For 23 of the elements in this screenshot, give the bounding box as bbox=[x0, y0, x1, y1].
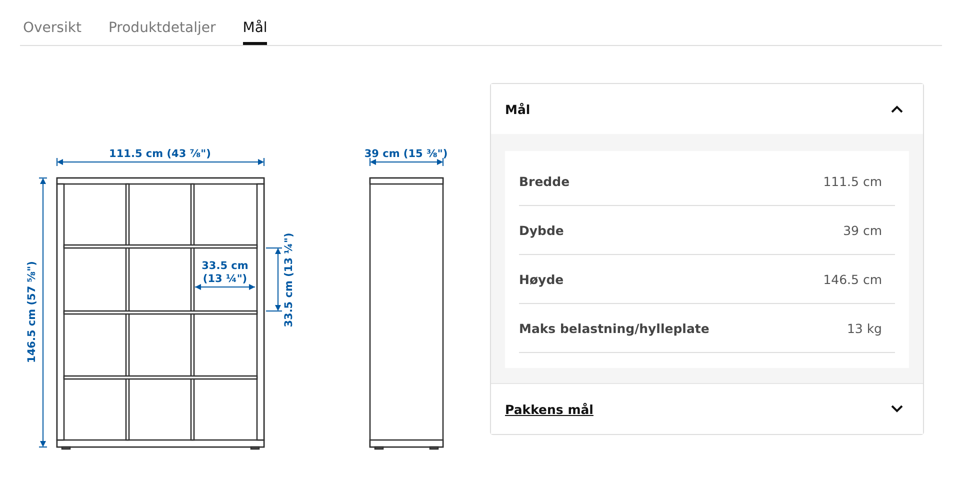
dimension-label: 33.5 cm (13 ¼") bbox=[283, 232, 295, 328]
row-value: 13 kg bbox=[846, 320, 882, 336]
tab[interactable]: Mål bbox=[242, 0, 268, 45]
tab[interactable]: Oversikt bbox=[23, 0, 82, 45]
dimension-label: (13 ¼") bbox=[202, 273, 248, 285]
dimension-label: 111.5 cm (43 ⅞") bbox=[109, 148, 211, 160]
tab[interactable]: Produktdetaljer bbox=[108, 0, 216, 45]
section-title: Mål bbox=[505, 102, 530, 116]
chevron-up-icon bbox=[891, 105, 903, 113]
row-value: 146.5 cm bbox=[823, 272, 882, 286]
dimension-label: 39 cm (15 ⅜") bbox=[364, 148, 448, 160]
chevron-down-icon bbox=[891, 405, 903, 413]
dimension-label: 33.5 cm bbox=[202, 260, 248, 272]
row-label: Bredde bbox=[519, 174, 570, 188]
dimension-arrow bbox=[194, 284, 256, 290]
section-title: Pakkens mål bbox=[505, 402, 594, 416]
dimension-arrow bbox=[266, 248, 282, 312]
row-value: 111.5 cm bbox=[823, 174, 882, 188]
row-label: Dybde bbox=[519, 222, 564, 238]
row-label: Høyde bbox=[519, 272, 564, 286]
row-label: Maks belastning/hylleplate bbox=[519, 320, 710, 336]
dimension-label: 146.5 cm (57 ⅝") bbox=[26, 261, 38, 363]
row-value: 39 cm bbox=[843, 222, 882, 238]
